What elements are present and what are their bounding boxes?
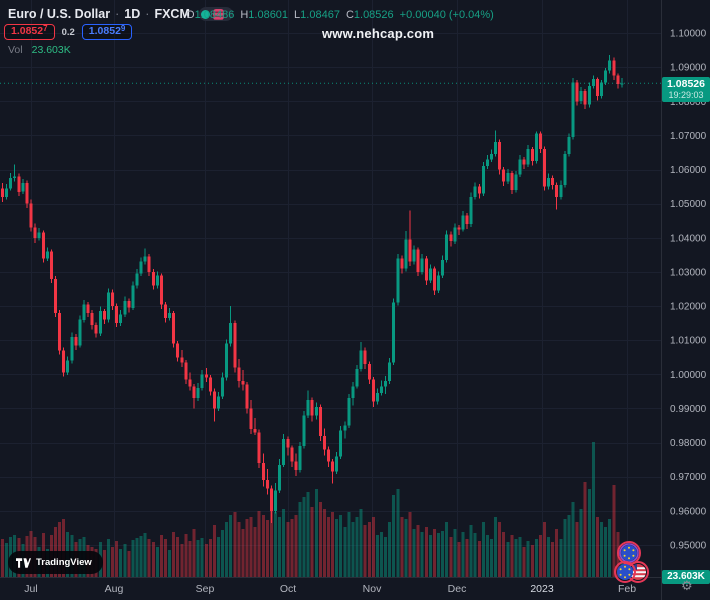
volume-readout: Vol 23.603K	[8, 44, 71, 56]
svg-text:1.00000: 1.00000	[670, 370, 707, 381]
svg-text:1.09000: 1.09000	[670, 63, 707, 74]
quote-row: 1.08527 0.2 1.08529	[4, 24, 133, 40]
ohlc-readout: O1.08486 H1.08601 L1.08467 C1.08526 +0.0…	[186, 9, 494, 21]
tradingview-brand-text: TradingView	[36, 557, 92, 568]
svg-text:0.99000: 0.99000	[670, 404, 707, 415]
high-value: 1.08601	[248, 9, 289, 21]
change-value: +0.00040 (+0.04%)	[399, 9, 494, 21]
interval-label[interactable]: 1D	[124, 7, 140, 21]
svg-text:1.03000: 1.03000	[670, 267, 707, 278]
close-label: C	[345, 9, 354, 21]
svg-text:0.96000: 0.96000	[670, 506, 707, 517]
euro-flag-icon	[617, 541, 641, 565]
separator-dot: ·	[115, 7, 120, 21]
spread-value: 0.2	[61, 26, 75, 38]
svg-text:Oct: Oct	[280, 583, 296, 595]
vol-label: Vol	[8, 44, 23, 56]
separator-dot: ·	[145, 7, 150, 21]
svg-text:Nov: Nov	[363, 583, 382, 595]
low-value: 1.08467	[300, 9, 340, 21]
trading-chart-app: 1.10000 1.09000 1.08000 1.07000 1.06000 1.050…	[0, 0, 710, 600]
candlestick-chart[interactable]: 1.100001.090001.080001.070001.060001.050…	[0, 0, 710, 600]
svg-text:1.04000: 1.04000	[670, 233, 707, 244]
svg-text:1.02000: 1.02000	[670, 302, 707, 313]
vol-value: 23.603K	[31, 44, 71, 56]
svg-text:Jul: Jul	[24, 583, 37, 595]
svg-text:1.10000: 1.10000	[670, 29, 707, 40]
svg-text:1.01000: 1.01000	[670, 336, 707, 347]
open-label: O	[186, 9, 195, 21]
close-value: 1.08526	[353, 9, 394, 21]
svg-text:0.95000: 0.95000	[670, 541, 707, 552]
svg-text:Sep: Sep	[196, 583, 215, 595]
current-price-value: 1.08526	[667, 78, 705, 90]
svg-text:Aug: Aug	[105, 583, 124, 595]
bar-countdown: 19:29:03	[668, 90, 704, 100]
svg-text:Dec: Dec	[448, 583, 467, 595]
buy-button[interactable]: 1.08529	[81, 24, 133, 40]
current-price-badge: 1.08526 19:29:03	[662, 77, 710, 102]
tradingview-glyph-icon	[16, 557, 31, 568]
svg-text:1.06000: 1.06000	[670, 165, 707, 176]
symbol-title: Euro / U.S. Dollar	[8, 7, 111, 21]
sell-button[interactable]: 1.08527	[4, 24, 55, 40]
tradingview-logo[interactable]: TradingView	[8, 551, 103, 574]
gear-icon[interactable]: ⚙	[681, 579, 693, 594]
svg-text:0.97000: 0.97000	[670, 472, 707, 483]
svg-text:1.05000: 1.05000	[670, 199, 707, 210]
open-value: 1.08486	[194, 9, 235, 21]
symbol-flag-icons	[614, 541, 649, 583]
exchange-label: FXCM	[154, 7, 190, 21]
site-watermark: www.nehcap.com	[322, 26, 435, 41]
svg-text:2023: 2023	[530, 583, 554, 595]
svg-text:1.07000: 1.07000	[670, 131, 707, 142]
svg-text:0.98000: 0.98000	[670, 438, 707, 449]
euro-flag-icon-small	[614, 561, 636, 583]
